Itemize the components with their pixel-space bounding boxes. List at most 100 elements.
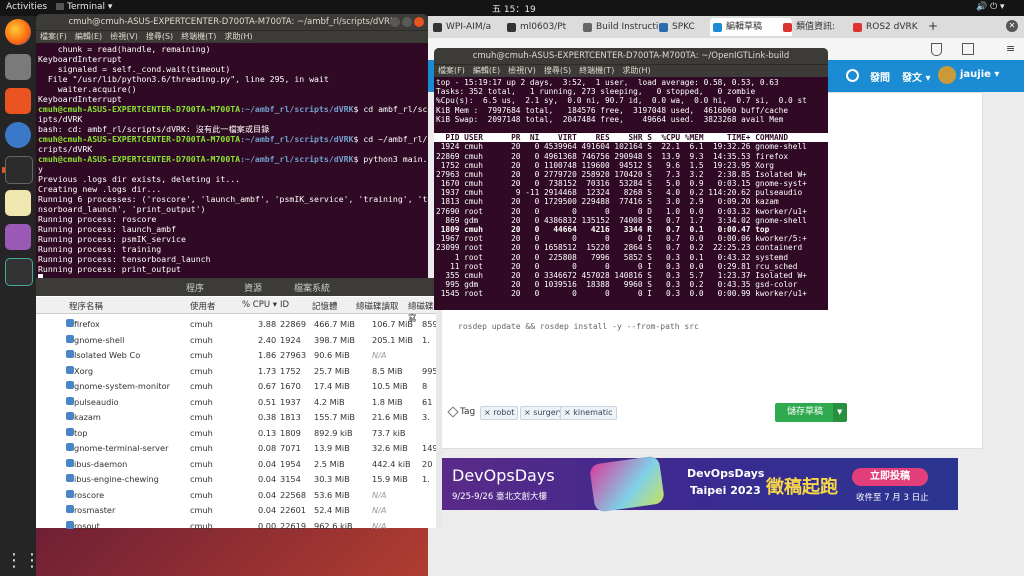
col-user[interactable]: 使用者 xyxy=(190,300,216,312)
system-monitor-icon[interactable] xyxy=(5,258,33,286)
search-icon[interactable] xyxy=(846,69,859,82)
shield-icon[interactable] xyxy=(931,43,942,56)
editor-icon[interactable] xyxy=(5,190,31,216)
minimize-icon[interactable] xyxy=(390,17,400,27)
process-row[interactable]: rosout cmuh 0.00 22619 962.6 kiB N/A xyxy=(36,518,436,534)
window-close-icon[interactable]: ✕ xyxy=(1006,20,1018,32)
menu-edit[interactable]: 編輯(E) xyxy=(75,32,102,41)
cell-mem: 155.7 MiB xyxy=(314,412,355,422)
process-row[interactable]: ibus-daemon cmuh 0.04 1954 2.5 MiB 442.4 kiB 2… xyxy=(36,456,436,472)
process-row[interactable]: pulseaudio cmuh 0.51 1937 4.2 MiB 1.8 MiB 61 xyxy=(36,394,436,410)
tag-robot[interactable]: × robot xyxy=(480,406,519,420)
cell-id: 1813 xyxy=(280,412,301,422)
process-row[interactable]: top cmuh 0.13 1809 892.9 kiB 73.7 kiB xyxy=(36,425,436,441)
cell-id: 22869 xyxy=(280,319,307,329)
process-row[interactable]: kazam cmuh 0.38 1813 155.7 MiB 21.6 MiB 3. xyxy=(36,409,436,425)
files-icon[interactable] xyxy=(5,54,31,80)
top-output[interactable]: top - 15:19:17 up 2 days, 3:52, 1 user, … xyxy=(434,77,828,299)
process-row[interactable]: gnome-shell cmuh 2.40 1924 398.7 MiB 205.1 Mi… xyxy=(36,332,436,348)
system-menu[interactable]: 🔊 ⏻ ▾ xyxy=(976,2,1005,12)
publish-menu[interactable]: 發文 ▾ xyxy=(902,69,931,84)
maximize-icon[interactable] xyxy=(402,17,412,27)
menu-file[interactable]: 檔案(F) xyxy=(438,66,465,75)
avatar[interactable] xyxy=(938,66,956,84)
terminal-menubar: 檔案(F) 編輯(E) 檢視(V) 搜尋(S) 終端機(T) 求助(H) xyxy=(434,64,828,77)
app-menu[interactable]: Terminal ▾ xyxy=(56,2,112,12)
firefox-icon[interactable] xyxy=(5,19,31,45)
ask-link[interactable]: 發問 xyxy=(870,69,890,84)
process-row[interactable]: roscore cmuh 0.04 22568 53.6 MiB N/A xyxy=(36,487,436,503)
cell-mem: 13.9 MiB xyxy=(314,443,350,453)
menu-icon[interactable]: ≡ xyxy=(1006,42,1015,55)
col-disk-read[interactable]: 總磁碟讀取 xyxy=(356,300,399,312)
user-menu[interactable]: jaujie ▾ xyxy=(960,69,999,80)
cell-name: ibus-daemon xyxy=(74,458,128,469)
new-tab-button[interactable]: + xyxy=(928,19,938,33)
col-id[interactable]: ID xyxy=(280,300,289,310)
col-name[interactable]: 程序名稱 xyxy=(69,300,103,312)
tab-7[interactable]: ROS2 dVRK xyxy=(850,18,936,36)
terminal-titlebar[interactable]: cmuh@cmuh-ASUS-EXPERTCENTER-D700TA-M700T… xyxy=(36,14,428,30)
process-row[interactable]: rosmaster cmuh 0.04 22601 52.4 MiB N/A xyxy=(36,502,436,518)
process-row[interactable]: Isolated Web Co cmuh 1.86 27963 90.6 MiB N/A xyxy=(36,347,436,363)
col-cpu[interactable]: % CPU ▾ xyxy=(242,300,277,310)
prompt-path: :~/ambf_rl/scripts/dVRK xyxy=(240,134,354,144)
save-draft-button[interactable]: 儲存草稿 xyxy=(775,403,835,422)
process-row[interactable]: gnome-system-monitor cmuh 0.67 1670 17.4 MiB… xyxy=(36,378,436,394)
process-row[interactable]: firefox cmuh 3.88 22869 466.7 MiB 106.7 MiB 85… xyxy=(36,316,440,332)
menu-search[interactable]: 搜尋(S) xyxy=(146,32,173,41)
process-row[interactable]: Xorg cmuh 1.73 1752 25.7 MiB 8.5 MiB 995 xyxy=(36,363,438,379)
cell-mem: 398.7 MiB xyxy=(314,334,355,345)
tab-resources[interactable]: 資源 xyxy=(244,281,262,294)
process-icon xyxy=(66,350,74,358)
process-row[interactable]: ibus-engine-chewing cmuh 0.04 3154 30.3 MiB 1… xyxy=(36,471,436,487)
process-icon xyxy=(66,474,74,482)
activities-button[interactable]: Activities xyxy=(6,2,47,12)
devopsdays-banner[interactable]: DevOpsDays 9/25-9/26 臺北文創大樓 DevOpsDays T… xyxy=(432,455,958,513)
tab-processes[interactable]: 程序 xyxy=(186,281,204,294)
col-memory[interactable]: 記憶體 xyxy=(312,300,338,312)
menu-help[interactable]: 求助(H) xyxy=(224,32,252,41)
dock: ⋮⋮ xyxy=(0,16,41,576)
tab-3[interactable]: Build Instructio xyxy=(580,18,668,36)
save-dropdown-button[interactable]: ▼ xyxy=(833,403,847,422)
apps-grid-icon[interactable]: ⋮⋮ xyxy=(5,548,41,574)
scrollbar[interactable] xyxy=(436,297,442,528)
menu-view[interactable]: 檢視(V) xyxy=(110,32,138,41)
cell-mem: 4.2 MiB xyxy=(314,396,345,407)
top-process-row: 27963 cmuh 20 0 2779720 258920 170420 S … xyxy=(436,169,807,179)
close-icon[interactable] xyxy=(414,17,424,27)
tab-2[interactable]: ml0603/Pt xyxy=(504,18,592,36)
tab-filesystems[interactable]: 檔案系統 xyxy=(294,281,330,294)
video-icon[interactable] xyxy=(5,224,31,250)
menu-terminal[interactable]: 終端機(T) xyxy=(579,66,614,75)
terminal-output[interactable]: chunk = read(handle, remaining) Keyboard… xyxy=(36,43,428,278)
menu-terminal[interactable]: 終端機(T) xyxy=(181,32,216,41)
extensions-icon[interactable] xyxy=(962,43,974,55)
software-icon[interactable] xyxy=(5,88,31,114)
help-icon[interactable] xyxy=(5,122,31,148)
cell-user: cmuh xyxy=(190,319,213,329)
cell-id: 22568 xyxy=(280,489,307,500)
menu-view[interactable]: 檢視(V) xyxy=(508,66,536,75)
terminal-line: signaled = self._cond.wait(timeout) xyxy=(38,64,231,74)
top-process-row: 27690 root 20 0 0 0 0 D 1.0 0.0 0:03.32 … xyxy=(436,206,807,216)
clock[interactable]: 五 15：19 xyxy=(492,2,536,15)
banner-city-2: Taipei 2023 xyxy=(690,484,761,497)
prompt-path: :~/ambf_rl/scripts/dVRK xyxy=(240,154,354,164)
submit-button[interactable]: 立即投稿 xyxy=(852,468,928,486)
menu-help[interactable]: 求助(H) xyxy=(622,66,650,75)
terminal-line: Creating new .logs dir... xyxy=(38,184,162,194)
terminal-icon[interactable] xyxy=(2,156,33,184)
terminal-titlebar[interactable]: cmuh@cmuh-ASUS-EXPERTCENTER-D700TA-M700T… xyxy=(434,48,828,64)
tag-kinematic[interactable]: × kinematic xyxy=(560,406,617,420)
cell-user: cmuh xyxy=(190,427,213,438)
cell-user: cmuh xyxy=(190,505,213,515)
process-row[interactable]: gnome-terminal-server cmuh 0.08 7071 13.9 Mi… xyxy=(36,440,440,456)
menu-search[interactable]: 搜尋(S) xyxy=(544,66,571,75)
cell-cpu: 1.73 xyxy=(258,365,277,376)
menu-file[interactable]: 檔案(F) xyxy=(40,32,67,41)
prompt-line: cmuh@cmuh-ASUS-EXPERTCENTER-D700TA-M700T… xyxy=(36,134,428,144)
cell-user: cmuh xyxy=(190,443,213,453)
menu-edit[interactable]: 編輯(E) xyxy=(473,66,500,75)
